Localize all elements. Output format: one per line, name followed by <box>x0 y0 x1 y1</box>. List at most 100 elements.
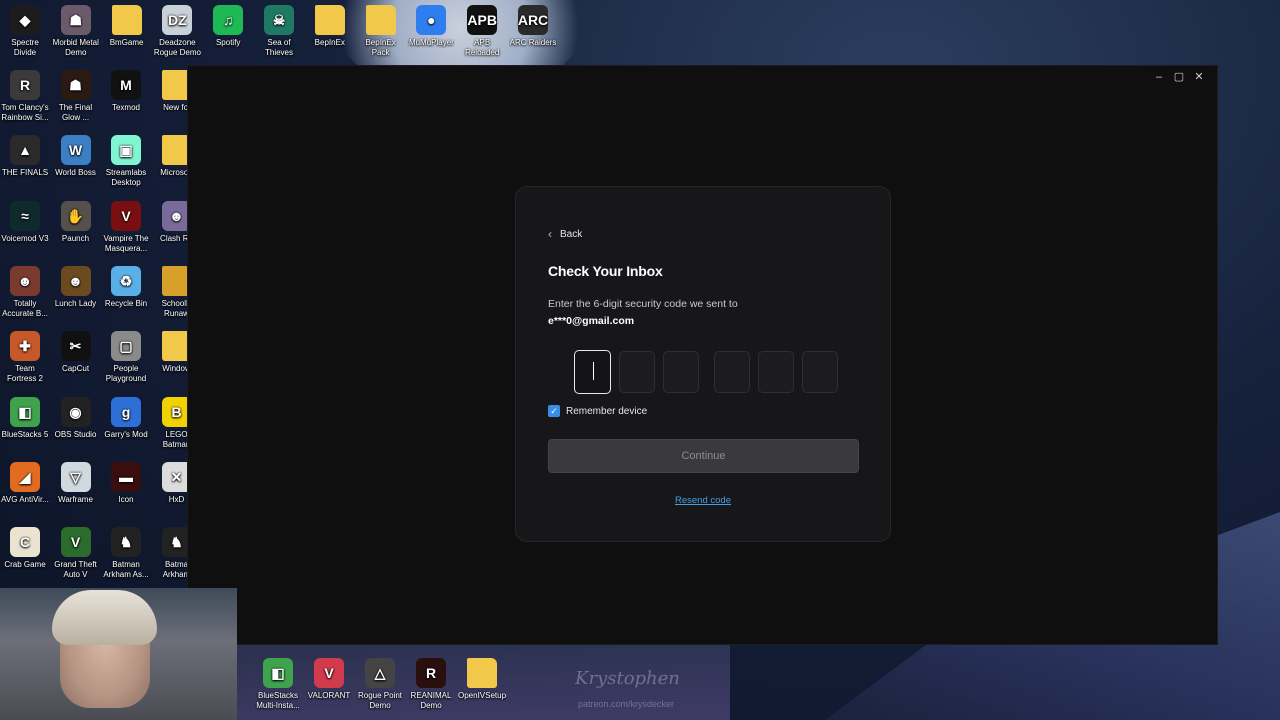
desktop-icon[interactable]: △ Rogue Point Demo <box>356 658 404 711</box>
desktop-icon[interactable]: OpenIVSetup <box>458 658 506 701</box>
desktop-icon[interactable]: ☻ Lunch Lady <box>52 265 100 309</box>
desktop-icon[interactable]: V VALORANT <box>305 658 353 701</box>
app-icon <box>111 5 142 35</box>
minimize-button[interactable]: – <box>1149 70 1169 84</box>
desktop-icon-label: Grand Theft Auto V <box>54 560 97 580</box>
app-icon: ● <box>416 5 447 35</box>
desktop-icon-label: BmGame <box>109 38 144 47</box>
code-digit-2[interactable] <box>619 351 655 393</box>
desktop-icon-label: Tom Clancy's Rainbow Si... <box>1 103 49 122</box>
desktop-icon[interactable]: ✚ Team Fortress 2 <box>1 331 49 384</box>
desktop-icon-label: BlueStacks 5 <box>1 429 49 439</box>
app-icon: ♞ <box>111 527 141 558</box>
desktop-icon-label: OBS Studio <box>54 429 97 439</box>
desktop-icon[interactable]: DZ Deadzone Rogue Demo <box>153 5 201 58</box>
desktop-icon[interactable]: ☗ The Final Glow ... <box>52 70 100 123</box>
maximize-button[interactable]: ▢ <box>1169 70 1189 84</box>
remember-device-row: ✓ Remember device <box>548 405 647 417</box>
desktop-icon[interactable]: BmGame <box>103 5 151 48</box>
desktop-icon[interactable]: ▲ THE FINALS <box>1 135 49 178</box>
app-icon: ▣ <box>111 135 141 166</box>
app-icon: ◧ <box>10 396 40 427</box>
code-digit-5[interactable] <box>758 351 794 393</box>
desktop-icon-label: Warframe <box>58 494 93 504</box>
desktop-icon-label: Vampire The Masquera... <box>103 233 149 253</box>
app-icon: ▲ <box>10 135 40 166</box>
desktop-icon[interactable]: ✋ Paunch <box>52 200 100 244</box>
app-icon: ♻ <box>111 265 141 296</box>
page-title: Check Your Inbox <box>548 263 663 279</box>
app-icon: V <box>111 200 141 231</box>
resend-code-link[interactable]: Resend code <box>516 495 890 506</box>
desktop-icon[interactable]: M Texmod <box>102 70 150 113</box>
code-digit-4[interactable] <box>714 351 750 393</box>
desktop-icon[interactable]: ◧ BlueStacks 5 <box>1 396 49 440</box>
desktop-icon[interactable]: V Vampire The Masquera... <box>102 200 150 254</box>
desktop-icon-label: MuMuPlayer <box>408 38 454 47</box>
app-icon: APB <box>467 5 498 35</box>
desktop-icon[interactable]: g Garry's Mod <box>102 396 150 440</box>
desktop-icon[interactable]: ▽ Warframe <box>52 461 100 505</box>
desktop-icon[interactable]: V Grand Theft Auto V <box>52 527 100 580</box>
remember-device-checkbox[interactable]: ✓ <box>548 405 560 417</box>
desktop-icon-label: The Final Glow ... <box>58 103 93 122</box>
continue-button[interactable]: Continue <box>548 439 859 473</box>
app-icon: ☗ <box>60 70 91 100</box>
desktop-icon[interactable]: ◧ BlueStacks Multi-Insta... <box>254 658 302 711</box>
desktop-icon-label: Batman Arkham As... <box>103 560 149 580</box>
app-icon: ◉ <box>60 396 91 427</box>
desktop-icon[interactable]: ◉ OBS Studio <box>52 396 100 440</box>
desktop-icon[interactable]: ☠ Sea of Thieves <box>255 5 303 58</box>
desktop-icon-label: World Boss <box>55 168 96 178</box>
desktop-icon[interactable]: ▬ Icon <box>102 461 150 505</box>
desktop-icon[interactable]: ◆ Spectre Divide <box>1 5 49 58</box>
app-icon: ♫ <box>213 5 244 35</box>
app-icon: ✋ <box>60 200 91 231</box>
desktop-icon[interactable]: R REANIMAL Demo <box>407 658 455 711</box>
desktop-icon[interactable]: ♫ Spotify <box>204 5 252 48</box>
app-icon: V <box>60 527 91 558</box>
desktop-icon-label: Texmod <box>111 103 140 112</box>
code-digit-3[interactable] <box>663 351 699 393</box>
code-digit-1[interactable] <box>574 350 611 394</box>
desktop-icon[interactable]: ≈ Voicemod V3 <box>1 200 49 244</box>
app-icon: C <box>10 527 40 558</box>
desktop-icon[interactable]: ☻ Totally Accurate B... <box>1 265 49 319</box>
app-icon: ▽ <box>60 461 91 492</box>
app-icon: ☠ <box>264 5 294 35</box>
code-digit-6[interactable] <box>802 351 838 393</box>
desktop-icon[interactable]: BepInEx Pack <box>357 5 405 58</box>
app-icon <box>467 658 497 688</box>
desktop-icon[interactable]: ✂ CapCut <box>52 331 100 374</box>
chevron-left-icon: ‹ <box>548 227 552 241</box>
desktop-icon[interactable]: ◢ AVG AntiVir... <box>1 461 49 505</box>
desktop-icon[interactable]: ♻ Recycle Bin <box>102 265 150 309</box>
close-button[interactable]: ✕ <box>1189 70 1209 84</box>
desktop-icon-label: VALORANT <box>307 691 351 700</box>
app-icon: g <box>111 396 141 427</box>
desktop-icon[interactable]: W World Boss <box>52 135 100 178</box>
desktop-icon-label: Voicemod V3 <box>1 233 49 243</box>
desktop-icon[interactable]: ● MuMuPlayer <box>407 5 455 48</box>
desktop-icon-label: BlueStacks Multi-Insta... <box>256 691 300 710</box>
desktop-icon[interactable]: R Tom Clancy's Rainbow Si... <box>1 70 49 123</box>
app-icon: ▢ <box>111 331 141 362</box>
desktop-icon[interactable]: ♞ Batman Arkham As... <box>102 527 150 580</box>
desktop-icon[interactable]: APB APB Reloaded <box>458 5 506 58</box>
app-icon: W <box>60 135 91 166</box>
watermark-signature: Krystophen <box>575 668 680 689</box>
app-window: – ▢ ✕ ‹ Back Check Your Inbox Enter the … <box>187 65 1218 645</box>
desktop-icon-label: Rogue Point Demo <box>357 691 403 710</box>
app-icon: ✚ <box>10 331 40 362</box>
desktop-icon[interactable]: ▣ Streamlabs Desktop <box>102 135 150 188</box>
desktop-icon[interactable]: C Crab Game <box>1 527 49 570</box>
desktop-icon-label: Lunch Lady <box>54 298 97 308</box>
desktop-icon-label: THE FINALS <box>1 168 49 178</box>
back-button[interactable]: ‹ Back <box>548 227 582 241</box>
desktop-icon[interactable]: BepInEx <box>306 5 354 48</box>
desktop-icon[interactable]: ☗ Morbid Metal Demo <box>52 5 100 58</box>
desktop-icon[interactable]: ▢ People Playground <box>102 331 150 384</box>
desktop-icon[interactable]: ARC ARC Raiders <box>509 5 557 48</box>
desktop-icon-label: Team Fortress 2 <box>6 364 43 384</box>
app-icon: ☗ <box>60 5 91 35</box>
